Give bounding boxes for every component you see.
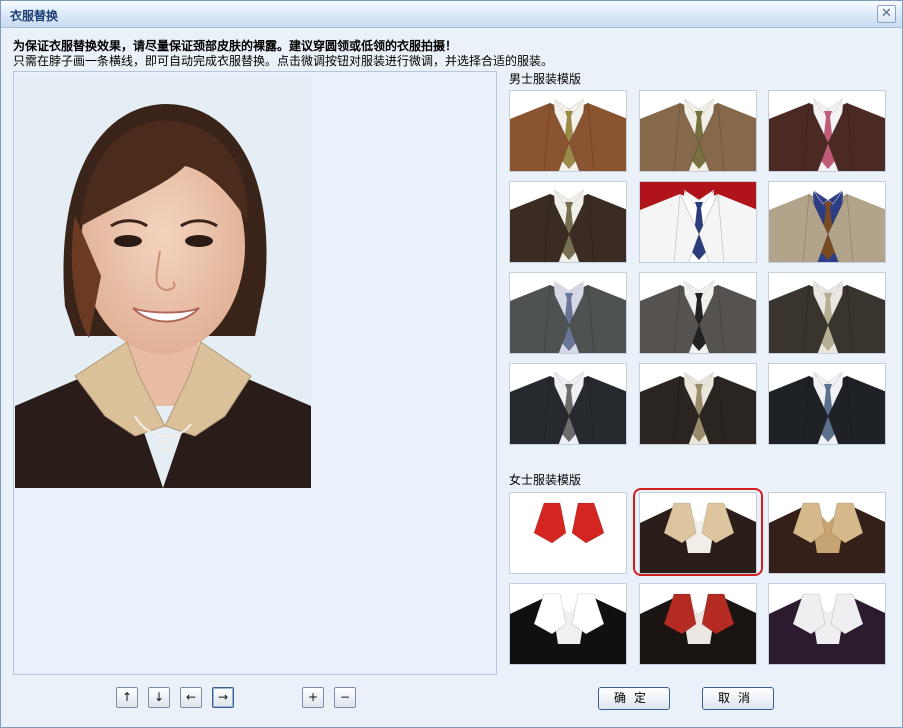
outfit-image (769, 364, 885, 444)
outfit-image (640, 584, 756, 664)
women-template-5[interactable] (639, 583, 757, 665)
arrow-right-icon: → (217, 690, 229, 704)
outfit-image (769, 91, 885, 171)
move-right-button[interactable]: → (212, 687, 234, 708)
arrow-left-icon: ← (185, 690, 197, 704)
outfit-image (769, 273, 885, 353)
cancel-button[interactable]: 取消 (702, 687, 774, 710)
outfit-image (769, 584, 885, 664)
women-template-6[interactable] (768, 583, 886, 665)
photo-preview-panel[interactable] (13, 71, 497, 675)
men-template-7[interactable] (509, 272, 627, 354)
clothes-replace-dialog: 衣服替换 ✕ 为保证衣服替换效果，请尽量保证颈部皮肤的裸露。建议穿圆领或低领的衣… (0, 0, 903, 728)
portrait-image (15, 76, 311, 488)
outfit-image (510, 584, 626, 664)
men-template-8[interactable] (639, 272, 757, 354)
men-template-6[interactable] (768, 181, 886, 263)
arrow-up-icon: ↑ (121, 690, 133, 704)
move-down-button[interactable]: ↓ (148, 687, 170, 708)
outfit-image (510, 273, 626, 353)
arrow-down-icon: ↓ (153, 690, 165, 704)
outfit-image (510, 364, 626, 444)
men-template-9[interactable] (768, 272, 886, 354)
men-template-4[interactable] (509, 181, 627, 263)
men-template-3[interactable] (768, 90, 886, 172)
women-template-4[interactable] (509, 583, 627, 665)
men-template-10[interactable] (509, 363, 627, 445)
outfit-image (640, 91, 756, 171)
outfit-image (640, 364, 756, 444)
women-templates-label: 女士服装模版 (509, 473, 582, 487)
close-icon: ✕ (881, 6, 892, 21)
selected-template-highlight (633, 488, 763, 576)
outfit-image (640, 273, 756, 353)
window-title: 衣服替换 (10, 9, 59, 23)
instruction-normal: 只需在脖子画一条横线，即可自动完成衣服替换。点击微调按钮对服装进行微调，并选择合… (13, 54, 554, 68)
outfit-image (510, 493, 626, 573)
men-template-11[interactable] (639, 363, 757, 445)
close-button[interactable]: ✕ (877, 5, 896, 23)
move-left-button[interactable]: ← (180, 687, 202, 708)
men-template-5[interactable] (639, 181, 757, 263)
zoom-out-button[interactable]: − (334, 687, 356, 708)
men-templates-label: 男士服装模版 (509, 72, 582, 86)
men-template-1[interactable] (509, 90, 627, 172)
zoom-in-button[interactable]: + (302, 687, 324, 708)
outfit-image (769, 182, 885, 262)
portrait-photo[interactable] (15, 76, 311, 488)
outfit-image (510, 91, 626, 171)
outfit-image (640, 182, 756, 262)
plus-icon: + (307, 690, 319, 704)
title-bar[interactable]: 衣服替换 ✕ (1, 1, 902, 28)
confirm-button[interactable]: 确定 (598, 687, 670, 710)
move-up-button[interactable]: ↑ (116, 687, 138, 708)
men-template-2[interactable] (639, 90, 757, 172)
minus-icon: − (339, 690, 351, 704)
outfit-image (769, 493, 885, 573)
women-template-3[interactable] (768, 492, 886, 574)
women-template-1[interactable] (509, 492, 627, 574)
men-template-12[interactable] (768, 363, 886, 445)
outfit-image (510, 182, 626, 262)
